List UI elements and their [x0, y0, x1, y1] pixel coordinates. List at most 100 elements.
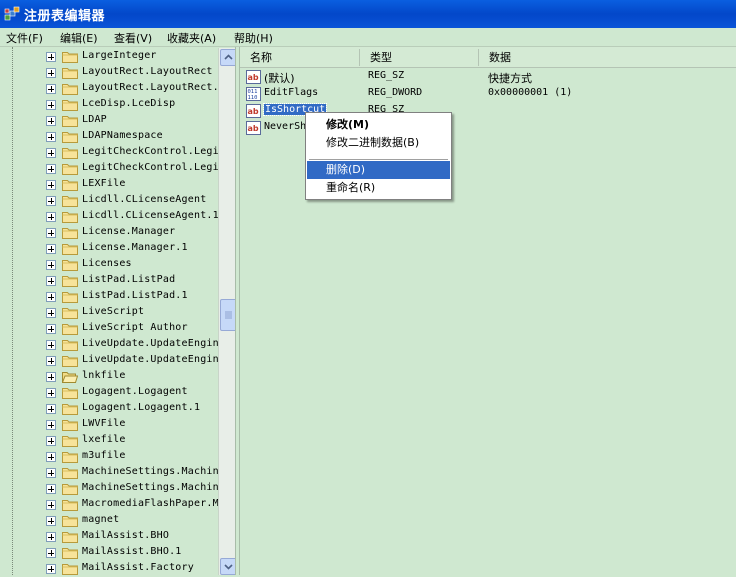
key-tree[interactable]: LargeInteger LayoutRect.LayoutRect LayoutR… [0, 47, 235, 575]
tree-item[interactable]: MailAssist.BHO [0, 529, 218, 545]
expand-toggle[interactable] [46, 484, 56, 494]
menu-file[interactable]: 文件(F) [6, 30, 43, 46]
tree-item[interactable]: MacromediaFlashPaper.Ma [0, 497, 225, 513]
column-data[interactable]: 数据 [479, 49, 736, 66]
tree-item[interactable]: LiveUpdate.UpdateEngine [0, 337, 225, 353]
expand-toggle[interactable] [46, 356, 56, 366]
expand-toggle[interactable] [46, 228, 56, 238]
expand-toggle[interactable] [46, 292, 56, 302]
value-name: EditFlags [264, 87, 319, 98]
tree-item[interactable]: lnkfile [0, 369, 218, 385]
folder-icon [62, 100, 78, 111]
expand-toggle[interactable] [46, 68, 56, 78]
tree-item[interactable]: LegitCheckControl.LegitC [0, 161, 231, 177]
tree-item-label: MacromediaFlashPaper.Ma [82, 498, 226, 509]
tree-item-label: LegitCheckControl.LegitC [82, 162, 232, 173]
chevron-down-icon [224, 564, 233, 570]
menu-edit[interactable]: 编辑(E) [60, 30, 98, 46]
menu-favorites[interactable]: 收藏夹(A) [167, 30, 216, 46]
expand-toggle[interactable] [46, 260, 56, 270]
menu-modify[interactable]: 修改(M) [307, 116, 450, 134]
tree-item[interactable]: LayoutRect.LayoutRect.1 [0, 81, 225, 97]
tree-item-label: License.Manager [82, 226, 176, 237]
expand-toggle[interactable] [46, 388, 56, 398]
tree-item[interactable]: LDAP [0, 113, 218, 129]
tree-item[interactable]: LegitCheckControl.LegitC [0, 145, 231, 161]
expand-toggle[interactable] [46, 564, 56, 574]
tree-scrollbar[interactable] [218, 48, 237, 575]
tree-item[interactable]: MailAssist.BHO.1 [0, 545, 218, 561]
menu-help[interactable]: 帮助(H) [234, 30, 273, 46]
menu-view[interactable]: 查看(V) [114, 30, 152, 46]
tree-item[interactable]: LargeInteger [0, 49, 218, 65]
tree-item-label: Logagent.Logagent.1 [82, 402, 201, 413]
tree-item[interactable]: m3ufile [0, 449, 218, 465]
column-type[interactable]: 类型 [360, 49, 479, 66]
expand-toggle[interactable] [46, 372, 56, 382]
expand-toggle[interactable] [46, 468, 56, 478]
expand-toggle[interactable] [46, 420, 56, 430]
expand-toggle[interactable] [46, 52, 56, 62]
folder-icon [62, 548, 78, 559]
expand-toggle[interactable] [46, 244, 56, 254]
tree-item[interactable]: MailAssist.Factory [0, 561, 218, 575]
expand-toggle[interactable] [46, 340, 56, 350]
value-row[interactable]: ab (默认) REG_SZ 快捷方式 [240, 69, 736, 85]
value-row[interactable]: 011 110 EditFlags REG_DWORD 0x00000001 (1) [240, 86, 736, 102]
expand-toggle[interactable] [46, 132, 56, 142]
tree-item[interactable]: magnet [0, 513, 218, 529]
expand-toggle[interactable] [46, 148, 56, 158]
tree-item[interactable]: LayoutRect.LayoutRect [0, 65, 218, 81]
tree-item[interactable]: MachineSettings.Machine [0, 481, 225, 497]
expand-toggle[interactable] [46, 532, 56, 542]
expand-toggle[interactable] [46, 500, 56, 510]
tree-item[interactable]: Logagent.Logagent.1 [0, 401, 218, 417]
expand-toggle[interactable] [46, 196, 56, 206]
expand-toggle[interactable] [46, 116, 56, 126]
tree-item[interactable]: LiveScript Author [0, 321, 218, 337]
tree-item[interactable]: Licdll.CLicenseAgent.1 [0, 209, 219, 225]
expand-toggle[interactable] [46, 84, 56, 94]
expand-toggle[interactable] [46, 452, 56, 462]
tree-item[interactable]: ListPad.ListPad.1 [0, 289, 218, 305]
tree-item[interactable]: ListPad.ListPad [0, 273, 218, 289]
expand-toggle[interactable] [46, 308, 56, 318]
tree-item[interactable]: License.Manager.1 [0, 241, 218, 257]
tree-item[interactable]: LEXFile [0, 177, 218, 193]
expand-toggle[interactable] [46, 100, 56, 110]
expand-toggle[interactable] [46, 436, 56, 446]
menu-modify-binary[interactable]: 修改二进制数据(B) [307, 134, 450, 152]
expand-toggle[interactable] [46, 212, 56, 222]
tree-item[interactable]: LiveScript [0, 305, 218, 321]
expand-toggle[interactable] [46, 276, 56, 286]
folder-icon [62, 244, 78, 255]
expand-toggle[interactable] [46, 180, 56, 190]
column-name[interactable]: 名称 [240, 49, 360, 66]
tree-item[interactable]: LWVFile [0, 417, 218, 433]
tree-item[interactable]: Licenses [0, 257, 218, 273]
tree-item[interactable]: MachineSettings.Machine [0, 465, 225, 481]
folder-icon [62, 276, 78, 287]
tree-item-label: lxefile [82, 434, 126, 445]
svg-text:ab: ab [248, 107, 259, 116]
tree-item[interactable]: Licdll.CLicenseAgent [0, 193, 218, 209]
expand-toggle[interactable] [46, 548, 56, 558]
svg-text:110: 110 [248, 95, 258, 101]
folder-icon [62, 436, 78, 447]
expand-toggle[interactable] [46, 516, 56, 526]
value-type: REG_SZ [368, 70, 405, 81]
tree-item[interactable]: lxefile [0, 433, 218, 449]
expand-toggle[interactable] [46, 324, 56, 334]
tree-item[interactable]: LceDisp.LceDisp [0, 97, 218, 113]
tree-item-label: Licdll.CLicenseAgent [82, 194, 207, 205]
tree-item-label: LceDisp.LceDisp [82, 98, 176, 109]
expand-toggle[interactable] [46, 164, 56, 174]
tree-item-label: MachineSettings.Machine [82, 482, 226, 493]
tree-item[interactable]: License.Manager [0, 225, 218, 241]
expand-toggle[interactable] [46, 404, 56, 414]
tree-item[interactable]: LiveUpdate.UpdateEngine [0, 353, 225, 369]
menu-delete[interactable]: 删除(D) [307, 161, 450, 179]
tree-item[interactable]: LDAPNamespace [0, 129, 218, 145]
tree-item[interactable]: Logagent.Logagent [0, 385, 218, 401]
menu-rename[interactable]: 重命名(R) [307, 179, 450, 197]
